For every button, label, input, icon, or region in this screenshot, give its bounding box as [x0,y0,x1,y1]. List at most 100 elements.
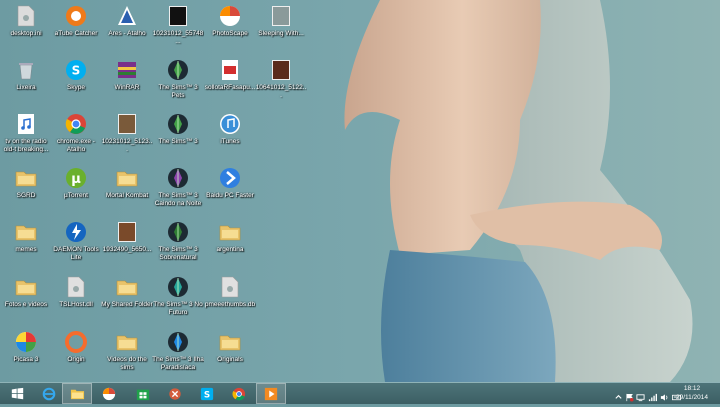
desktop-icon[interactable]: sollotaRFasapu... [204,56,256,106]
clock-date: 29/11/2014 [675,393,709,401]
desktop-icon[interactable]: Picasa 3 [0,328,52,378]
show-hidden-icons-icon[interactable] [614,389,623,399]
media-player-icon [264,387,278,401]
network-icon[interactable] [636,389,645,402]
desktop-icon[interactable]: pmeeethumbs.db [204,273,256,323]
photoscape-taskbar-button[interactable] [94,383,124,404]
desktop-icon[interactable]: My Shared Folder [101,273,153,323]
clock[interactable]: 18:12 29/11/2014 [672,385,712,402]
desktop-icon[interactable]: Origin [50,328,102,378]
desktop-icon[interactable]: 10231012_55748... [152,2,204,52]
desktop-icon[interactable]: argentina [204,218,256,268]
desktop-icon[interactable]: desktop.ini [0,2,52,52]
internet-explorer-taskbar-button[interactable] [34,383,64,404]
desktop-icon-label: Sleeping With... [258,30,304,37]
desktop-icon[interactable]: The Sims™ 3 No Futuro [152,273,204,323]
windows-store-icon [136,387,150,401]
sims-icon [166,166,190,190]
desktop-icon[interactable]: Originals [204,328,256,378]
desktop-icon-label: Originals [217,356,243,363]
signal-icon[interactable] [648,389,657,402]
taskbar: S 18:12 29/11/2014 [0,382,720,404]
folder-icon [14,220,38,244]
itunes-icon [218,112,242,136]
desktop-icon[interactable]: PhotoScape [204,2,256,52]
desktop-icon[interactable]: S Skype [50,56,102,106]
folder-icon [115,330,139,354]
media-player-taskbar-button[interactable] [256,383,286,404]
atube-catcher-icon [64,4,88,28]
chrome-icon [64,112,88,136]
desktop-icon-label: memes [15,246,37,253]
desktop-icon[interactable]: Fotos e videos [0,273,52,323]
desktop-icon-label: Skype [66,84,86,91]
desktop-icon-label: Mortal Kombat [105,192,149,199]
desktop-icon[interactable]: Baidu PC Faster [204,164,256,214]
desktop-icon-label: pmeeethumbs.db [204,301,256,308]
windows-start-taskbar-button[interactable] [2,383,32,404]
desktop-icon[interactable]: µ µTorrent [50,164,102,214]
desktop-icon-label: PhotoScape [212,30,248,37]
picasa-icon [14,330,38,354]
pdf-file-icon [218,58,242,82]
ares-icon [115,4,139,28]
desktop-icon-label: My Shared Folder [101,301,153,308]
audio-file-icon [14,112,38,136]
desktop-icon[interactable]: TSLHost.dll [50,273,102,323]
desktop-icon[interactable]: The Sims™ 3 Ilha Paradisíaca [152,328,204,378]
flag-icon[interactable] [625,389,634,402]
photoscape-icon [102,387,116,401]
desktop-icon-label: The Sims™ 3 Pets [158,84,198,99]
desktop-icon[interactable]: 10641012_5122... [255,56,307,106]
chrome-taskbar-button[interactable] [224,383,254,404]
desktop-icon[interactable]: WinRAR [101,56,153,106]
desktop-icon[interactable]: DAEMON Tools Lite [50,218,102,268]
sims-icon [166,112,190,136]
desktop-icon[interactable]: The Sims™ 3 [152,110,204,160]
folder-icon [14,275,38,299]
desktop-icon[interactable]: Sleeping With... [255,2,307,52]
image-file-icon [269,58,293,82]
desktop-icon-label: 10231012_5123... [101,138,153,153]
windows-start-icon [11,387,24,400]
windows-store-taskbar-button[interactable] [128,383,158,404]
desktop-icon-label: Videos do the sims [107,356,147,371]
daemon-tools-icon [64,220,88,244]
desktop-icon-label: Fotos e videos [4,301,48,308]
desktop-icon[interactable]: The Sims™ 3 Pets [152,56,204,106]
skype-taskbar-button[interactable]: S [192,383,222,404]
desktop-icon[interactable]: The Sims™ 3 Sobrenatural [152,218,204,268]
desktop-icon[interactable]: Ares - Atalho [101,2,153,52]
svg-text:S: S [72,64,81,78]
desktop-icon-label: The Sims™ 3 [158,138,198,145]
image-file-icon [269,4,293,28]
desktop-icon[interactable]: 10231012_5123... [101,110,153,160]
desktop-icon-label: Lixeira [16,84,36,91]
folder-icon [218,330,242,354]
sims-icon [166,58,190,82]
desktop-icon-label: 10641012_5122... [255,84,307,99]
desktop-icon-label: aTube Catcher [54,30,98,37]
desktop-icon-label: Origin [67,356,85,363]
volume-icon[interactable] [660,389,669,401]
desktop-icon[interactable]: Lixeira [0,56,52,106]
desktop-icon-label: TSLHost.dll [59,301,93,308]
desktop-icon-label: DAEMON Tools Lite [53,246,99,261]
desktop-icon[interactable]: 1932490_5650... [101,218,153,268]
file-explorer-taskbar-button[interactable] [62,383,92,404]
desktop-icon[interactable]: The Sims™ 3 Caindo na Noite [152,164,204,214]
skype-icon: S [200,387,214,401]
desktop-icon-label: argentina [216,246,244,253]
desktop-icon[interactable]: chrome.exe - Atalho [50,110,102,160]
tsl-taskbar-button[interactable] [160,383,190,404]
desktop-icon[interactable]: Videos do the sims [101,328,153,378]
desktop-icon[interactable]: memes [0,218,52,268]
clock-time: 18:12 [683,385,701,392]
svg-text:µ: µ [71,172,81,187]
desktop-icon[interactable]: SGRD [0,164,52,214]
desktop-icon[interactable]: tv on the radio old-t breaking... [0,110,52,160]
desktop-icon[interactable]: aTube Catcher [50,2,102,52]
tsl-icon [168,387,182,401]
desktop-icon[interactable]: Mortal Kombat [101,164,153,214]
desktop-icon[interactable]: iTunes [204,110,256,160]
